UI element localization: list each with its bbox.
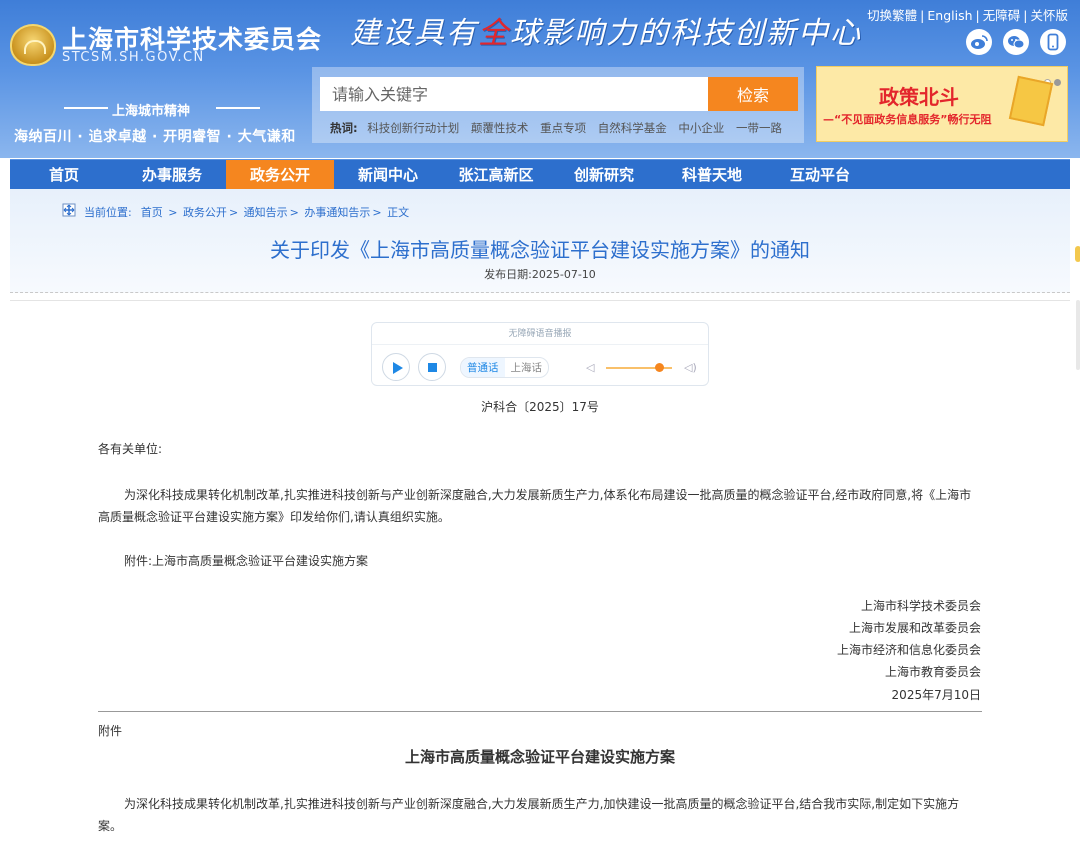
- breadcrumb-sep: >: [228, 206, 239, 219]
- publish-date: 发布日期:2025-07-10: [484, 268, 596, 281]
- breadcrumb-sep: >: [289, 206, 299, 219]
- annex-title: 上海市高质量概念验证平台建设实施方案: [404, 748, 675, 766]
- banner-subtitle: —“不见面政务信息服务”畅行无阻: [823, 113, 992, 126]
- breadcrumb-gov-affairs[interactable]: 政务公开: [183, 206, 227, 219]
- document-number: 沪科合〔2025〕17号: [481, 400, 599, 414]
- search-input[interactable]: [320, 77, 710, 111]
- document-illustration-icon: [1008, 75, 1054, 127]
- player-header: 无障碍语音播报: [372, 323, 708, 345]
- sign-date: 2025年7月10日: [891, 688, 981, 702]
- stop-button[interactable]: [418, 353, 446, 381]
- signature: 上海市教育委员会: [884, 665, 981, 679]
- breadcrumb-sep: >: [168, 206, 178, 219]
- annex-label: 附件: [98, 724, 123, 738]
- header-slogan: 建设具有全球影响力的科技创新中心: [350, 8, 862, 52]
- main-nav: 首页 办事服务 政务公开 新闻中心 张江高新区 创新研究 科普天地 互动平台: [10, 159, 1070, 190]
- policy-banner[interactable]: 政策北斗 —“不见面政务信息服务”畅行无阻: [816, 66, 1068, 142]
- nav-interaction[interactable]: 互动平台: [766, 160, 874, 190]
- link-english[interactable]: English: [927, 8, 972, 23]
- breadcrumb-sep: >: [372, 206, 382, 219]
- breadcrumb-service-notices[interactable]: 办事通知告示: [304, 206, 370, 219]
- city-spirit-title: 上海城市精神: [112, 104, 191, 119]
- search-panel: 检索 热词: 科技创新行动计划 颠覆性技术 重点专项 自然科学基金 中小企业 一…: [312, 67, 804, 143]
- nav-services[interactable]: 办事服务: [118, 160, 226, 190]
- salutation: 各有关单位:: [98, 442, 163, 456]
- breadcrumb-current: 正文: [387, 206, 410, 219]
- play-icon: [393, 362, 403, 374]
- volume-high-icon: ◁): [684, 361, 697, 374]
- breadcrumb-notices[interactable]: 通知告示: [244, 206, 288, 219]
- carousel-dot[interactable]: [1054, 79, 1061, 86]
- attachment-line[interactable]: 附件:上海市高质量概念验证平台建设实施方案: [124, 550, 368, 572]
- nav-gov-affairs[interactable]: 政务公开: [226, 160, 334, 190]
- government-emblem-icon: [10, 24, 56, 66]
- hot-keywords-label: 热词:: [330, 121, 358, 135]
- lang-mandarin[interactable]: 普通话: [461, 358, 505, 377]
- scrollbar[interactable]: [1076, 300, 1080, 370]
- breadcrumb-label: 当前位置:: [84, 206, 132, 219]
- site-domain: STCSM.SH.GOV.CN: [62, 50, 205, 65]
- hot-keyword[interactable]: 颠覆性技术: [471, 121, 529, 135]
- hot-keyword[interactable]: 一带一路: [736, 121, 782, 135]
- play-button[interactable]: [382, 353, 410, 381]
- slogan-red-char: 全: [478, 16, 510, 51]
- hot-keyword[interactable]: 自然科学基金: [598, 121, 667, 135]
- signature: 上海市发展和改革委员会: [848, 621, 981, 635]
- mobile-icon[interactable]: [1040, 29, 1066, 55]
- wechat-icon[interactable]: [1003, 29, 1029, 55]
- article-title: 关于印发《上海市高质量概念验证平台建设实施方案》的通知: [270, 238, 810, 262]
- stop-icon: [428, 363, 437, 372]
- link-traditional[interactable]: 切换繁體: [867, 8, 917, 23]
- lang-shanghainese[interactable]: 上海话: [505, 358, 549, 377]
- banner-title: 政策北斗: [879, 85, 959, 109]
- signature: 上海市科学技术委员会: [860, 599, 981, 613]
- slogan-part1: 建设具有: [350, 16, 478, 51]
- nav-science-pop[interactable]: 科普天地: [658, 160, 766, 190]
- volume-low-icon: ◁: [586, 361, 595, 374]
- paragraph: 为深化科技成果转化机制改革,扎实推进科技创新与产业创新深度融合,大力发展新质生产…: [98, 797, 960, 833]
- paragraph: 为深化科技成果转化机制改革,扎实推进科技创新与产业创新深度融合,大力发展新质生产…: [98, 488, 972, 524]
- language-switch: 普通话 上海话: [460, 357, 549, 378]
- slogan-part2: 球影响力的科技创新中心: [510, 16, 862, 51]
- volume-slider-handle[interactable]: [654, 363, 664, 372]
- location-icon: [62, 203, 76, 217]
- hot-keywords: 热词: 科技创新行动计划 颠覆性技术 重点专项 自然科学基金 中小企业 一带一路: [330, 120, 790, 136]
- top-links: 切换繁體 | English | 无障碍 | 关怀版: [867, 8, 1068, 23]
- divider: [10, 300, 1070, 301]
- weibo-icon[interactable]: [966, 29, 992, 55]
- divider: [98, 711, 982, 712]
- nav-home[interactable]: 首页: [10, 160, 118, 190]
- city-spirit-text: 海纳百川 · 追求卓越 · 开明睿智 · 大气谦和: [14, 129, 296, 145]
- divider: [10, 292, 1070, 293]
- signature: 上海市经济和信息化委员会: [836, 643, 981, 657]
- hot-keyword[interactable]: 中小企业: [678, 121, 724, 135]
- site-header: 上海市科学技术委员会 STCSM.SH.GOV.CN 建设具有全球影响力的科技创…: [0, 0, 1080, 158]
- breadcrumb: 当前位置: 首页 > 政务公开 > 通知告示 > 办事通知告示 > 正文: [84, 204, 411, 220]
- search-button[interactable]: 检索: [708, 77, 798, 111]
- breadcrumb-home[interactable]: 首页: [141, 206, 163, 219]
- hot-keyword[interactable]: 重点专项: [540, 121, 586, 135]
- nav-zhangjiang[interactable]: 张江高新区: [442, 160, 550, 190]
- link-care-mode[interactable]: 关怀版: [1030, 8, 1068, 23]
- nav-news[interactable]: 新闻中心: [334, 160, 442, 190]
- audio-player: 无障碍语音播报 普通话 上海话 ◁ ◁): [371, 322, 709, 386]
- hot-keyword[interactable]: 科技创新行动计划: [367, 121, 459, 135]
- link-accessibility[interactable]: 无障碍: [983, 8, 1021, 23]
- nav-innovation[interactable]: 创新研究: [550, 160, 658, 190]
